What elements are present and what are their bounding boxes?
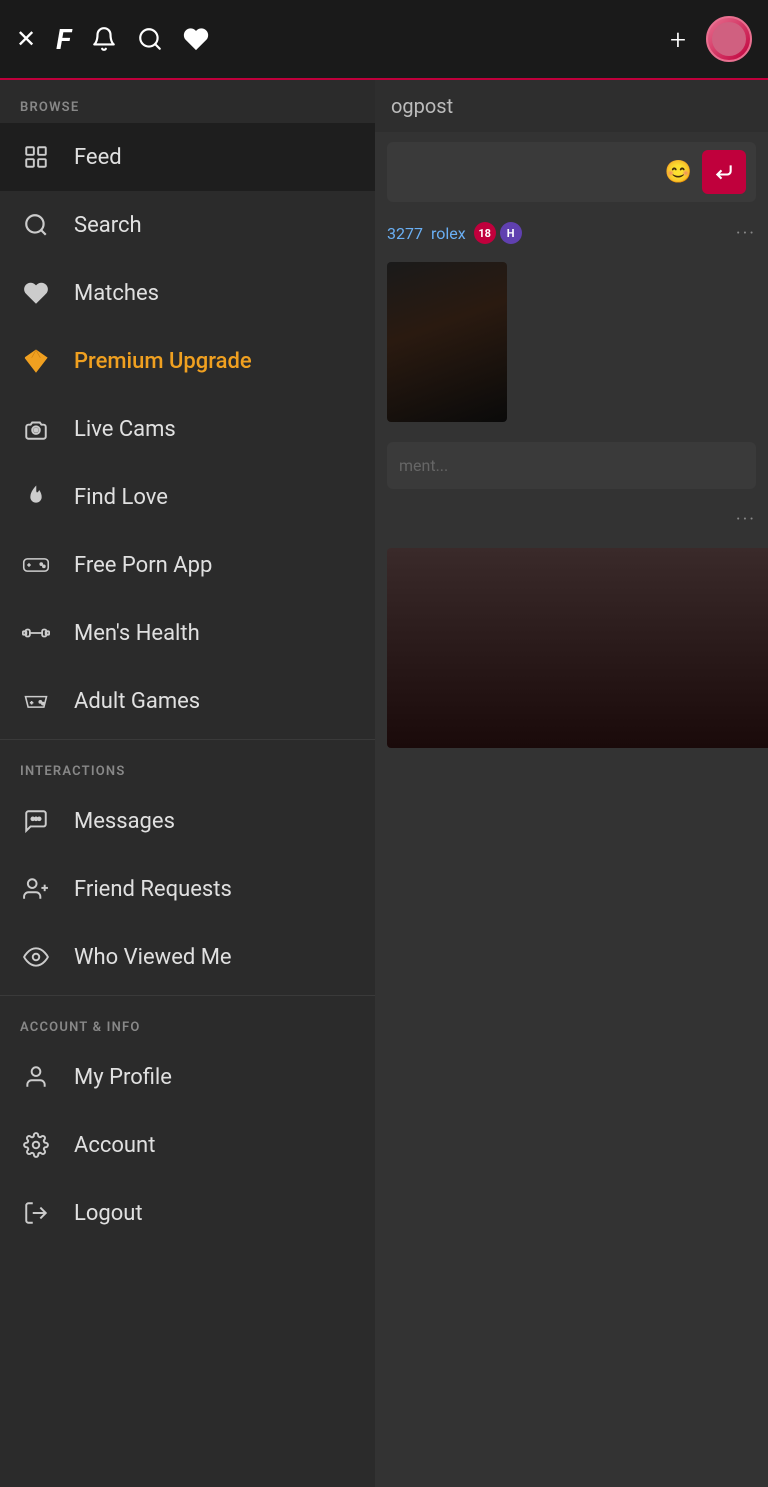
sidebar-item-friendrequests[interactable]: Friend Requests xyxy=(0,855,375,923)
sidebar: BROWSE Feed Search xyxy=(0,80,375,1487)
sidebar-item-livecams[interactable]: Live Cams xyxy=(0,395,375,463)
logo-icon[interactable]: F xyxy=(56,23,71,56)
main-layout: BROWSE Feed Search xyxy=(0,80,768,1487)
sidebar-item-label: Find Love xyxy=(74,485,168,510)
sidebar-item-logout[interactable]: Logout xyxy=(0,1179,375,1247)
sidebar-item-feed[interactable]: Feed xyxy=(0,123,375,191)
sidebar-item-premium[interactable]: Premium Upgrade xyxy=(0,327,375,395)
post2-image xyxy=(387,548,768,748)
eye-icon xyxy=(20,941,52,973)
gear-icon xyxy=(20,1129,52,1161)
post1-image-content xyxy=(387,262,507,422)
flame-icon xyxy=(20,481,52,513)
sidebar-item-label: My Profile xyxy=(74,1065,172,1090)
diamond-icon xyxy=(20,345,52,377)
sidebar-item-search[interactable]: Search xyxy=(0,191,375,259)
sidebar-item-label: Feed xyxy=(74,145,122,170)
sidebar-item-label: Free Porn App xyxy=(74,553,212,578)
search-icon[interactable] xyxy=(137,26,163,52)
sidebar-item-findlove[interactable]: Find Love xyxy=(0,463,375,531)
sidebar-item-freeporn[interactable]: Free Porn App xyxy=(0,531,375,599)
badge-age: 18 xyxy=(474,222,496,244)
sidebar-item-matches[interactable]: Matches xyxy=(0,259,375,327)
browse-section-label: BROWSE xyxy=(0,80,375,123)
post1-image xyxy=(387,262,507,422)
sidebar-item-account[interactable]: Account xyxy=(0,1111,375,1179)
account-section-label: ACCOUNT & INFO xyxy=(0,1000,375,1043)
search-nav-icon xyxy=(20,209,52,241)
post1-badges: 18 H xyxy=(474,222,522,244)
notifications-icon[interactable] xyxy=(91,26,117,52)
blogpost-header: ogpost xyxy=(375,80,768,132)
add-user-icon xyxy=(20,873,52,905)
post1-name: rolex xyxy=(431,224,466,243)
sidebar-item-label: Live Cams xyxy=(74,417,176,442)
sidebar-item-label: Adult Games xyxy=(74,689,200,714)
post1-more-button[interactable]: ··· xyxy=(736,223,756,244)
gamepad-icon xyxy=(20,549,52,581)
badge-type: H xyxy=(500,222,522,244)
person-icon xyxy=(20,1061,52,1093)
comment-box[interactable]: ment... xyxy=(387,442,756,489)
post2-more-button[interactable]: ··· xyxy=(736,509,756,530)
comment-input[interactable] xyxy=(397,163,655,181)
sidebar-item-label: Who Viewed Me xyxy=(74,945,232,970)
sidebar-item-adultgames[interactable]: Adult Games xyxy=(0,667,375,735)
post2-header: ··· xyxy=(375,499,768,540)
content-area: ogpost 😊 3277 rolex 18 H ··· xyxy=(375,80,768,1487)
sidebar-item-label: Search xyxy=(74,213,142,238)
camera-icon xyxy=(20,413,52,445)
emoji-button[interactable]: 😊 xyxy=(665,160,692,185)
dumbbell-icon xyxy=(20,617,52,649)
send-button[interactable] xyxy=(702,150,746,194)
sidebar-item-myprofile[interactable]: My Profile xyxy=(0,1043,375,1111)
sidebar-item-whoviewed[interactable]: Who Viewed Me xyxy=(0,923,375,991)
controller-icon xyxy=(20,685,52,717)
add-button[interactable]: + xyxy=(670,23,686,56)
sidebar-item-label: Messages xyxy=(74,809,175,834)
sidebar-item-messages[interactable]: Messages xyxy=(0,787,375,855)
sidebar-item-label: Logout xyxy=(74,1201,143,1226)
sidebar-item-label: Premium Upgrade xyxy=(74,349,252,374)
close-button[interactable]: ✕ xyxy=(16,25,36,53)
comment-input-area: 😊 xyxy=(387,142,756,202)
post1-header: 3277 rolex 18 H ··· xyxy=(375,212,768,254)
heart-icon xyxy=(20,277,52,309)
sidebar-item-label: Friend Requests xyxy=(74,877,232,902)
post1-id: 3277 xyxy=(387,224,423,243)
feed-icon xyxy=(20,141,52,173)
favorites-icon[interactable] xyxy=(183,26,209,52)
sidebar-item-menshealth[interactable]: Men's Health xyxy=(0,599,375,667)
sidebar-item-label: Men's Health xyxy=(74,621,200,646)
chat-icon xyxy=(20,805,52,837)
comment-area: ment... xyxy=(387,442,756,489)
interactions-section-label: INTERACTIONS xyxy=(0,744,375,787)
avatar[interactable] xyxy=(706,16,752,62)
sidebar-item-label: Account xyxy=(74,1133,155,1158)
sidebar-item-label: Matches xyxy=(74,281,159,306)
power-icon xyxy=(20,1197,52,1229)
topbar: ✕ F + xyxy=(0,0,768,80)
